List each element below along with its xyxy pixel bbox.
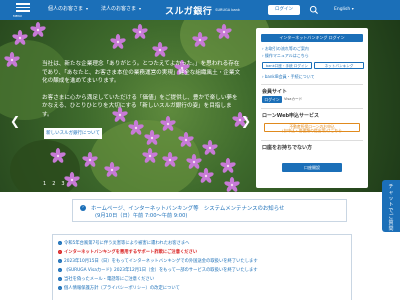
chevron-down-icon: ▾ bbox=[139, 6, 142, 11]
nav-personal-label: 個人のお客さま bbox=[48, 6, 84, 12]
news-item[interactable]: › 個人情報保護方針（プライバシーポリシー）の改定について bbox=[58, 285, 180, 291]
nav-corporate[interactable]: 法人のお客さま ▾ bbox=[101, 5, 141, 12]
netbanking-button[interactable]: ネットバンキング bbox=[314, 62, 364, 69]
hero-paragraph: 当社は、新たな企業理念「ありがとう。とつたえてよかった。」を思われる存在であり、… bbox=[42, 61, 241, 85]
notice-title: ホームページ、インターネットバンキング等 システムメンテナンスのお知らせ bbox=[91, 206, 285, 212]
page: MENU 個人のお客さま ▾ 法人のお客さま ▾ スルガ銀行 SURUGA bank… bbox=[0, 0, 400, 300]
logo-sub: SURUGA bank bbox=[215, 8, 240, 12]
maintenance-notice[interactable]: › ホームページ、インターネットバンキング等 システムメンテナンスのお知らせ (… bbox=[72, 199, 347, 222]
news-text: 個人情報保護方針（プライバシーポリシー）の改定について bbox=[64, 286, 180, 291]
panel-link[interactable]: 操作マニュアルはこちら bbox=[262, 53, 309, 59]
news-item[interactable]: › 令和5年台風第7号に伴う災害等により被害に遭われたお客さまへ bbox=[58, 240, 189, 246]
chevron-right-icon: › bbox=[58, 240, 62, 245]
member-site-heading: 会員サイト bbox=[262, 89, 288, 95]
info-icon: › bbox=[80, 205, 86, 211]
news-list: › 令和5年台風第7号に伴う災害等により被害に遭われたお客さまへ ! インターネット… bbox=[52, 234, 352, 300]
hamburger-icon-bar bbox=[16, 6, 30, 8]
hamburger-icon-bar bbox=[16, 3, 30, 5]
news-text: 《SURUGA Visaカード》2023年12月1日（金）をもって一部のサービス… bbox=[64, 268, 258, 273]
nav-personal[interactable]: 個人のお客さま ▾ bbox=[48, 5, 88, 12]
hamburger-icon-bar bbox=[16, 10, 30, 12]
chevron-right-icon: › bbox=[58, 258, 62, 263]
ib-login-button[interactable]: インターネットバンキング ログイン bbox=[261, 34, 363, 42]
prev-arrow-icon[interactable]: ❮ bbox=[10, 114, 20, 128]
news-item[interactable]: › 2023年10月15日（日）をもってインターネットバンキングでの外国送金の取扱… bbox=[58, 258, 258, 264]
slider-dot[interactable]: 3 bbox=[61, 181, 64, 187]
login-button[interactable]: ログイン bbox=[268, 5, 300, 15]
slider-dot[interactable]: 2 bbox=[52, 181, 55, 187]
loan-apply-button[interactable]: 不動産担保ローンのお申込 (お申込・各書類の提出等)はこちら bbox=[264, 123, 360, 132]
nav-corporate-label: 法人のお客さま bbox=[101, 6, 137, 12]
loan-service-heading: ローンWeb申込サービス bbox=[262, 113, 320, 119]
hero-paragraph: お客さまに心から満足していただける「価値」をご提供し、豊かで楽しい夢をかなえる、… bbox=[42, 94, 238, 118]
chevron-right-icon: › bbox=[58, 285, 62, 290]
header: MENU 個人のお客さま ▾ 法人のお客さま ▾ スルガ銀行 SURUGA bank… bbox=[0, 0, 400, 20]
hero-message: 当社は、新たな企業理念「ありがとう。とつたえてよかった。」を思われる存在であり、… bbox=[42, 60, 242, 128]
news-item[interactable]: ! インターネットバンキングを悪用するサポート詐欺にご注意ください bbox=[58, 249, 197, 255]
loan-apply-line: (お申込・各書類の提出等)はこちら bbox=[282, 127, 342, 133]
chevron-down-icon: ▾ bbox=[86, 6, 89, 11]
news-text: インターネットバンキングを悪用するサポート詐欺にご注意ください bbox=[64, 250, 198, 255]
slider-dot[interactable]: 1 bbox=[43, 181, 46, 187]
menu-label: MENU bbox=[13, 14, 22, 18]
bank-login-button[interactable]: bank口座・手続 ログイン bbox=[262, 62, 312, 69]
chevron-right-icon: › bbox=[58, 276, 62, 281]
logo[interactable]: スルガ銀行 SURUGA bank bbox=[165, 4, 240, 17]
panel-link[interactable]: bankIB会員・手続について bbox=[262, 74, 315, 80]
divider bbox=[261, 140, 363, 141]
news-text: 2023年10月15日（日）をもってインターネットバンキングでの外国送金の取扱い… bbox=[64, 259, 258, 264]
divider bbox=[261, 84, 363, 85]
chat-tab[interactable]: チャットでご質問 bbox=[382, 180, 400, 232]
alert-icon: ! bbox=[58, 249, 62, 254]
search-icon[interactable] bbox=[309, 5, 319, 15]
slider-pagination: 1 2 3 bbox=[43, 181, 65, 187]
news-item[interactable]: › 《SURUGA Visaカード》2023年12月1日（金）をもって一部のサービ… bbox=[58, 267, 258, 273]
news-text: 令和5年台風第7号に伴う災害等により被害に遭われたお客さまへ bbox=[64, 241, 190, 246]
hero-more-button[interactable]: 新しいスルガ銀行について bbox=[44, 128, 102, 139]
member-login-button[interactable]: ログイン bbox=[262, 96, 282, 103]
login-panel: インターネットバンキング ログイン お取引の流れ等のご案内 操作マニュアルはこち… bbox=[256, 28, 368, 188]
logo-text: スルガ銀行 bbox=[165, 6, 213, 17]
chevron-right-icon: › bbox=[58, 267, 62, 272]
next-arrow-icon[interactable]: ❯ bbox=[241, 114, 251, 128]
news-text: 当社を偽ったメール・電話等にご注意ください bbox=[64, 277, 155, 282]
panel-link[interactable]: お取引の流れ等のご案内 bbox=[262, 46, 309, 52]
language-label: English bbox=[334, 7, 351, 12]
visa-card-label: Visaカード bbox=[284, 97, 303, 101]
divider bbox=[261, 108, 363, 109]
news-item[interactable]: › 当社を偽ったメール・電話等にご注意ください bbox=[58, 276, 154, 282]
no-account-heading: 口座をお持ちでない方 bbox=[262, 145, 313, 151]
language-link[interactable]: English ▾ bbox=[334, 6, 354, 12]
chat-label: チャットでご質問 bbox=[388, 184, 394, 232]
open-account-button[interactable]: 口座開設 bbox=[282, 163, 342, 172]
notice-date: (9月10日（日）午前 7:00～午前 9:00) bbox=[95, 213, 188, 219]
chevron-down-icon: ▾ bbox=[351, 6, 354, 11]
